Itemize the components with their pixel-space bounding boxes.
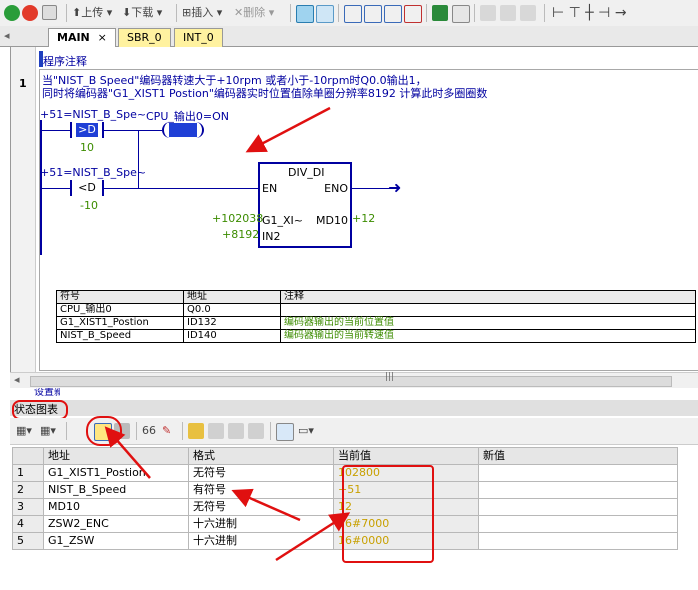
in2-value: +8192 xyxy=(222,228,260,241)
trend-icon[interactable] xyxy=(276,423,294,441)
tab-close-icon[interactable]: × xyxy=(98,31,107,44)
program-icon[interactable] xyxy=(432,5,448,21)
editor-tabs: ◂ MAIN × SBR_0 INT_0 xyxy=(0,26,698,47)
next-network-partial: 设置新设值 xyxy=(34,388,60,398)
block-title: DIV_DI xyxy=(288,166,325,179)
contact1-const: 10 xyxy=(80,141,94,154)
nav-last-icon[interactable] xyxy=(404,5,422,23)
symbol-table: 符号 地址 注释 CPU_输出0 Q0.0 G1_XIST1_Postion ID1… xyxy=(56,290,696,343)
block-out: MD10 xyxy=(316,214,348,227)
network-comment-line2: 同时将编码器"G1_XIST1 Postion"编码器实时位置值除单圈分辨率81… xyxy=(42,87,488,100)
contact2-const: -10 xyxy=(80,199,98,212)
upload-button[interactable]: ⬆上传 ▾ xyxy=(72,5,112,21)
read-all-icon[interactable] xyxy=(248,423,264,439)
editor-hscrollbar[interactable]: ◂ ||| xyxy=(10,372,698,388)
symtable-header-comment: 注释 xyxy=(280,290,696,304)
lock-icon[interactable] xyxy=(480,5,496,21)
stop-icon[interactable] xyxy=(22,5,38,21)
tab-main[interactable]: MAIN × xyxy=(48,28,116,47)
run-icon[interactable] xyxy=(4,5,20,21)
header-new: 新值 xyxy=(478,447,678,465)
symtable-header-symbol: 符号 xyxy=(56,290,184,304)
grip-icon: ||| xyxy=(385,372,395,382)
nav-first-icon[interactable] xyxy=(344,5,362,23)
add-row-icon[interactable]: ▦▾ xyxy=(16,423,32,439)
header-current: 当前值 xyxy=(333,447,479,465)
insert-button[interactable]: ⊞插入 ▾ xyxy=(182,5,222,21)
download-button[interactable]: ⬇下载 ▾ xyxy=(122,5,162,21)
unlock-icon[interactable] xyxy=(500,5,516,21)
header-address: 地址 xyxy=(43,447,189,465)
network-gutter: 1 xyxy=(11,47,36,372)
tab-sbr0[interactable]: SBR_0 xyxy=(118,28,171,47)
block-icon[interactable] xyxy=(452,5,470,23)
main-toolbar: ⬆上传 ▾ ⬇下载 ▾ ⊞插入 ▾ ✕删除 ▾ ⊢ ⊤ ┼ ⊣ → xyxy=(0,0,698,27)
contact1-label: +51=NIST_B_Spe~ xyxy=(40,108,147,121)
nav-prev-icon[interactable] xyxy=(364,5,382,23)
program-comment-title: 程序注释 xyxy=(43,55,87,68)
unforce-icon[interactable] xyxy=(208,423,224,439)
pencil-icon[interactable]: ✎ xyxy=(162,423,171,439)
tab-scroll-left-icon[interactable]: ◂ xyxy=(4,29,10,42)
scroll-thumb[interactable] xyxy=(30,376,672,387)
scroll-left-icon[interactable]: ◂ xyxy=(14,373,20,386)
tab-int0[interactable]: INT_0 xyxy=(174,28,223,47)
status-chart-header: 状态图表 xyxy=(10,400,698,416)
in1-value: +102038 xyxy=(212,212,264,225)
contact2-label: +51=NIST_B_Spe~ xyxy=(40,166,147,179)
table-row: CPU_输出0 Q0.0 xyxy=(56,303,696,317)
monitor-icon[interactable] xyxy=(296,5,314,23)
delete-button[interactable]: ✕删除 ▾ xyxy=(234,5,274,21)
eno-output-arrow-icon: ➜ xyxy=(388,178,402,197)
glasses-icon[interactable]: 66 xyxy=(142,423,156,439)
symtable-header-address: 地址 xyxy=(183,290,281,304)
insert-row-icon[interactable]: ▦▾ xyxy=(40,423,56,439)
table-row: NIST_B_Speed ID140 编码器输出的当前转速值 xyxy=(56,329,696,343)
compile-icon[interactable] xyxy=(42,5,57,20)
div-di-block[interactable]: DIV_DI EN ENO G1_XI~ MD10 IN2 xyxy=(258,162,352,248)
current-value-highlight xyxy=(342,465,434,563)
table-row: G1_XIST1_Postion ID132 编码器输出的当前位置值 xyxy=(56,316,696,330)
block-in1: G1_XI~ xyxy=(262,214,304,227)
block-eno: ENO xyxy=(324,182,348,195)
nav-next-icon[interactable] xyxy=(384,5,402,23)
compare-lt-contact[interactable]: <D xyxy=(70,180,104,196)
header-format: 格式 xyxy=(188,447,334,465)
compare-gt-contact[interactable]: >D xyxy=(70,122,104,138)
status-monitor-icon[interactable] xyxy=(316,5,334,23)
block-in2: IN2 xyxy=(262,230,281,243)
out-value: +12 xyxy=(352,212,376,225)
ladder-editor[interactable]: 1 程序注释 当"NIST_B Speed"编码器转速大于+10rpm 或者小于… xyxy=(10,47,698,372)
options-icon[interactable]: ▭▾ xyxy=(298,423,314,439)
block-en: EN xyxy=(262,182,278,195)
unforce-all-icon[interactable] xyxy=(228,423,244,439)
network-1[interactable]: 当"NIST_B Speed"编码器转速大于+10rpm 或者小于-10rpm时… xyxy=(39,69,698,371)
branch-icon[interactable]: ⊢ ⊤ ┼ ⊣ → xyxy=(552,5,627,21)
force-lock-icon[interactable] xyxy=(188,423,204,439)
output-coil[interactable] xyxy=(162,122,204,138)
network-number: 1 xyxy=(19,77,27,90)
protect-icon[interactable] xyxy=(520,5,536,21)
